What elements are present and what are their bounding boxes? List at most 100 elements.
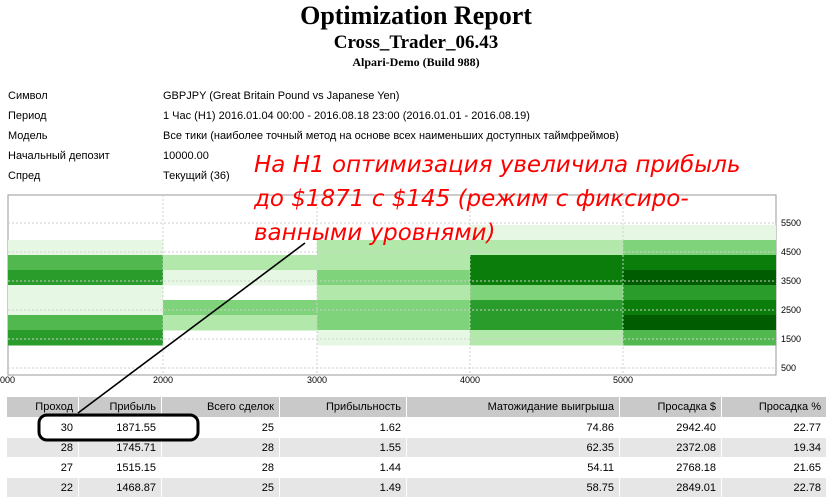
cell-profit-factor: 1.49 bbox=[279, 477, 407, 498]
expert-name: Cross_Trader_06.43 bbox=[333, 32, 499, 53]
col-drawdown-money[interactable]: Просадка $ bbox=[619, 396, 722, 418]
cell-drawdown: 2942.40 bbox=[619, 417, 722, 438]
heatmap-cell bbox=[623, 285, 776, 301]
cell-drawdown: 2372.08 bbox=[619, 437, 722, 458]
x-tick-label: 2000 bbox=[153, 375, 173, 385]
table-row[interactable]: 28 1745.71 28 1.55 62.35 2372.08 19.34 bbox=[6, 437, 827, 458]
cell-drawdown-pct: 22.78 bbox=[721, 477, 827, 498]
col-expected-payoff[interactable]: Матожидание выигрыша bbox=[406, 396, 620, 418]
heatmap-cell bbox=[8, 285, 163, 301]
cell-profit: 1515.15 bbox=[78, 457, 162, 478]
info-label: Период bbox=[8, 110, 47, 122]
y-tick-label: 2500 bbox=[781, 305, 801, 315]
heatmap-cell bbox=[163, 270, 317, 286]
x-tick-label: 000 bbox=[0, 375, 15, 385]
heatmap-cell bbox=[317, 300, 470, 316]
heatmap-cell bbox=[623, 330, 776, 346]
col-profit-factor[interactable]: Прибыльность bbox=[279, 396, 407, 418]
results-table: Проход Прибыль Всего сделок Прибыльность… bbox=[6, 396, 827, 498]
cell-drawdown-pct: 22.77 bbox=[721, 417, 827, 438]
heatmap-cell bbox=[163, 300, 317, 316]
y-tick-label: 1500 bbox=[781, 334, 801, 344]
cell-drawdown: 2849.01 bbox=[619, 477, 722, 498]
annotation-text: На Н1 оптимизация увеличила прибыль до $… bbox=[254, 148, 824, 250]
info-value: Текущий (36) bbox=[163, 170, 230, 182]
cell-profit-factor: 1.44 bbox=[279, 457, 407, 478]
heatmap-cell bbox=[8, 255, 163, 271]
info-label: Спред bbox=[8, 170, 41, 182]
cell-drawdown-pct: 21.65 bbox=[721, 457, 827, 478]
cell-trades: 28 bbox=[161, 437, 280, 458]
heatmap-cell bbox=[470, 300, 623, 316]
table-row[interactable]: 30 1871.55 25 1.62 74.86 2942.40 22.77 bbox=[6, 417, 827, 438]
table-row[interactable]: 27 1515.15 28 1.44 54.11 2768.18 21.65 bbox=[6, 457, 827, 478]
cell-pass: 28 bbox=[6, 437, 79, 458]
col-pass[interactable]: Проход bbox=[6, 396, 79, 418]
heatmap-cell bbox=[317, 315, 470, 331]
cell-payoff: 74.86 bbox=[406, 417, 620, 438]
heatmap-cell bbox=[623, 255, 776, 271]
heatmap-x-ticks: 000 2000 3000 4000 5000 bbox=[0, 375, 633, 385]
info-row-period: Период 1 Час (H1) 2016.01.04 00:00 - 201… bbox=[0, 110, 832, 130]
annotation-line: до $1871 с $145 (режим с фиксиро- bbox=[254, 186, 689, 212]
annotation-line: На Н1 оптимизация увеличила прибыль bbox=[254, 152, 741, 178]
info-label: Символ bbox=[8, 90, 48, 102]
cell-payoff: 58.75 bbox=[406, 477, 620, 498]
broker-build: Alpari-Demo (Build 988) bbox=[352, 55, 480, 69]
annotation-line: ванными уровнями) bbox=[254, 220, 496, 246]
info-value: GBPJPY (Great Britain Pound vs Japanese … bbox=[163, 90, 400, 102]
heatmap-cell bbox=[470, 315, 623, 331]
info-value: 10000.00 bbox=[163, 150, 209, 162]
heatmap-cell bbox=[470, 330, 623, 346]
info-row-model: Модель Все тики (наиболее точный метод н… bbox=[0, 130, 832, 150]
heatmap-cell bbox=[8, 330, 163, 346]
cell-pass: 30 bbox=[6, 417, 79, 438]
col-total-trades[interactable]: Всего сделок bbox=[161, 396, 280, 418]
cell-trades: 25 bbox=[161, 417, 280, 438]
col-drawdown-percent[interactable]: Просадка % bbox=[721, 396, 827, 418]
x-tick-label: 5000 bbox=[613, 375, 633, 385]
heatmap-cell bbox=[8, 315, 163, 331]
cell-profit: 1871.55 bbox=[78, 417, 162, 438]
info-row-symbol: Символ GBPJPY (Great Britain Pound vs Ja… bbox=[0, 90, 832, 110]
cell-profit: 1468.87 bbox=[78, 477, 162, 498]
heatmap-cell bbox=[8, 270, 163, 286]
heatmap-cell bbox=[623, 270, 776, 286]
cell-payoff: 62.35 bbox=[406, 437, 620, 458]
heatmap-cell bbox=[317, 270, 470, 286]
cell-pass: 22 bbox=[6, 477, 79, 498]
info-label: Начальный депозит bbox=[8, 150, 110, 162]
table-header-row: Проход Прибыль Всего сделок Прибыльность… bbox=[6, 396, 827, 418]
x-tick-label: 4000 bbox=[460, 375, 480, 385]
col-profit[interactable]: Прибыль bbox=[78, 396, 162, 418]
cell-pass: 27 bbox=[6, 457, 79, 478]
cell-trades: 25 bbox=[161, 477, 280, 498]
heatmap-cell bbox=[163, 315, 317, 331]
y-tick-label: 500 bbox=[781, 363, 796, 373]
heatmap-cell bbox=[8, 300, 163, 316]
table-row[interactable]: 22 1468.87 25 1.49 58.75 2849.01 22.78 bbox=[6, 477, 827, 498]
heatmap-cell bbox=[8, 240, 163, 256]
y-tick-label: 3500 bbox=[781, 276, 801, 286]
heatmap-cell bbox=[470, 255, 623, 271]
info-value: Все тики (наиболее точный метод на основ… bbox=[163, 130, 619, 142]
heatmap-cell bbox=[317, 330, 470, 346]
cell-payoff: 54.11 bbox=[406, 457, 620, 478]
info-label: Модель bbox=[8, 130, 48, 142]
heatmap-cell bbox=[317, 255, 470, 271]
cell-drawdown-pct: 19.34 bbox=[721, 437, 827, 458]
report-title: Optimization Report bbox=[300, 1, 532, 30]
heatmap-cell bbox=[623, 315, 776, 331]
heatmap-cell bbox=[470, 285, 623, 301]
heatmap-cell bbox=[317, 285, 470, 301]
cell-profit-factor: 1.55 bbox=[279, 437, 407, 458]
cell-drawdown: 2768.18 bbox=[619, 457, 722, 478]
heatmap-cell bbox=[623, 300, 776, 316]
x-tick-label: 3000 bbox=[307, 375, 327, 385]
cell-profit-factor: 1.62 bbox=[279, 417, 407, 438]
info-value: 1 Час (H1) 2016.01.04 00:00 - 2016.08.18… bbox=[163, 110, 530, 122]
heatmap-cell bbox=[470, 270, 623, 286]
cell-profit: 1745.71 bbox=[78, 437, 162, 458]
cell-trades: 28 bbox=[161, 457, 280, 478]
heatmap-cell bbox=[163, 255, 317, 271]
